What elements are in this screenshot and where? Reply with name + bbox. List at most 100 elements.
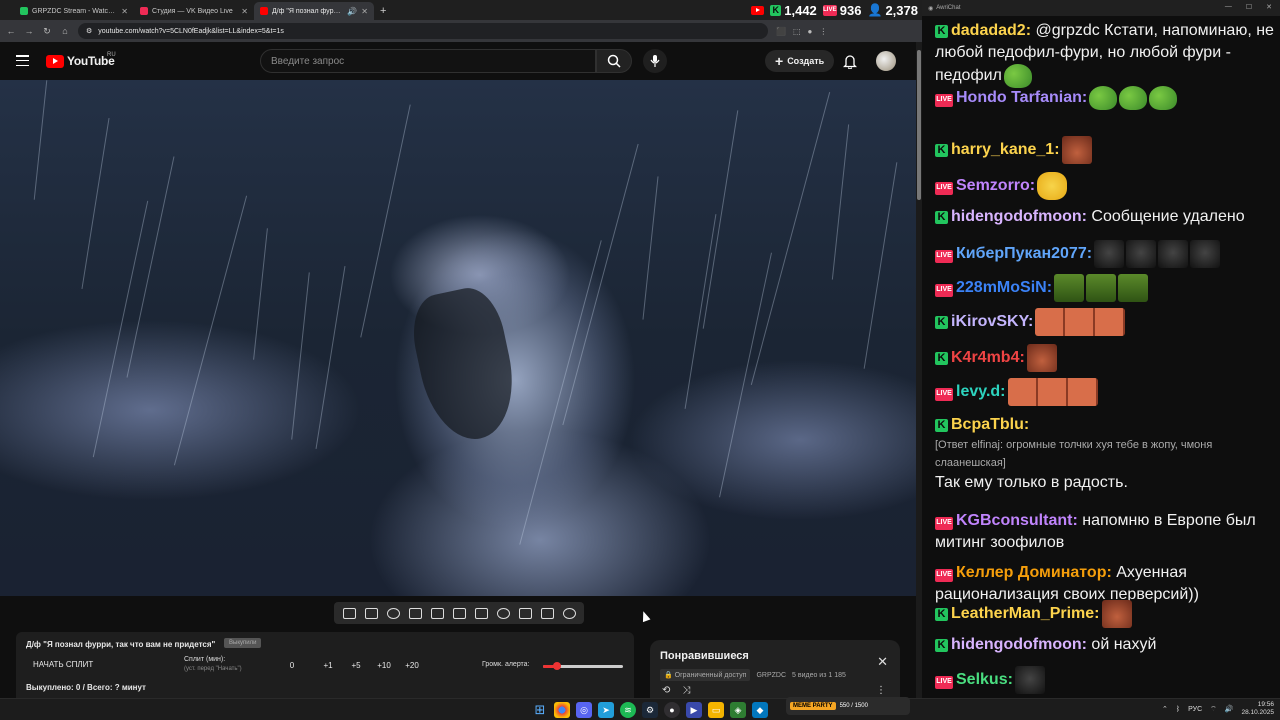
split-add-20-button[interactable]: +20: [398, 661, 426, 670]
chat-username[interactable]: Hondo Tarfanian:: [956, 89, 1087, 106]
folder-icon[interactable]: ▭: [708, 702, 724, 718]
app-icon[interactable]: ▶: [686, 702, 702, 718]
add-icon[interactable]: [518, 607, 532, 619]
chat-username[interactable]: harry_kane_1:: [951, 141, 1060, 158]
bell-icon[interactable]: [843, 54, 857, 69]
search-input[interactable]: Введите запрос: [260, 49, 596, 73]
split-add-5-button[interactable]: +5: [342, 661, 370, 670]
watch-later-icon[interactable]: [408, 607, 422, 619]
alert-volume-slider[interactable]: [543, 662, 623, 670]
loop-icon[interactable]: [342, 607, 356, 619]
close-icon[interactable]: ✕: [121, 7, 128, 16]
loop-icon[interactable]: ⟲: [662, 685, 670, 696]
tab-vk[interactable]: Студия — VK Видео Live ✕: [134, 2, 254, 20]
vk-live-icon: LIVE: [935, 516, 953, 530]
chat-username[interactable]: Келлер Доминатор:: [956, 564, 1112, 581]
close-icon[interactable]: ✕: [241, 7, 248, 16]
emote-cat: [1094, 240, 1125, 268]
shuffle-icon[interactable]: ⤨: [682, 685, 690, 696]
tab-kick[interactable]: GRPZDC Stream - Watch Live o ✕: [14, 2, 134, 20]
playlist-channel[interactable]: GRPZDC: [756, 672, 786, 679]
split-add-10-button[interactable]: +10: [370, 661, 398, 670]
site-info-icon[interactable]: ⚙: [86, 27, 92, 35]
puzzle-icon[interactable]: ⬚: [793, 27, 801, 36]
new-tab-button[interactable]: +: [380, 2, 386, 20]
steam-icon[interactable]: ⚙: [642, 702, 658, 718]
alert-volume-knob[interactable]: [553, 662, 562, 670]
youtube-favicon: [260, 7, 268, 15]
chat-username[interactable]: dadadad2:: [951, 22, 1031, 39]
chat-username[interactable]: hidengodofmoon:: [951, 208, 1087, 225]
telegram-icon[interactable]: ➤: [598, 702, 614, 718]
miniplayer-icon[interactable]: [452, 607, 466, 619]
chat-username[interactable]: hidengodofmoon:: [951, 636, 1087, 653]
chat-username[interactable]: Semzorro:: [956, 177, 1035, 194]
chat-username[interactable]: ВсраТblu:: [951, 416, 1029, 433]
reload-icon[interactable]: ↻: [42, 26, 52, 37]
minimize-icon[interactable]: —: [1225, 3, 1232, 11]
video-player[interactable]: [0, 80, 916, 596]
tab-youtube[interactable]: Д/ф "Я познал фурри, так 🔊 ✕: [254, 2, 374, 20]
chat-username[interactable]: Selkus:: [956, 671, 1013, 688]
sort-icon[interactable]: [364, 607, 378, 619]
chat-username[interactable]: iKirovSKY:: [951, 313, 1033, 330]
app-icon[interactable]: ◈: [730, 702, 746, 718]
split-value-button[interactable]: 0: [278, 661, 306, 670]
close-icon[interactable]: ✕: [361, 7, 368, 16]
clock[interactable]: 19:56 28.10.2025: [1241, 701, 1274, 717]
discord-icon[interactable]: ◎: [576, 702, 592, 718]
chrome-icon[interactable]: [554, 702, 570, 718]
menu-icon[interactable]: [16, 55, 29, 66]
youtube-logo[interactable]: YouTube RU: [46, 52, 116, 68]
chat-username[interactable]: 228mMoSiN:: [956, 279, 1052, 296]
url-field[interactable]: ⚙ youtube.com/watch?v=5CLN0fEadjk&list=L…: [78, 23, 768, 39]
forward-icon[interactable]: →: [24, 26, 34, 36]
scrollbar-thumb[interactable]: [917, 50, 921, 200]
app-icon[interactable]: ◆: [752, 702, 768, 718]
home-icon[interactable]: ⌂: [60, 26, 70, 36]
chat-username[interactable]: K4r4mb4:: [951, 349, 1025, 366]
profile-icon[interactable]: ●: [808, 27, 813, 36]
create-button[interactable]: + Создать: [765, 50, 835, 72]
gear-icon[interactable]: [562, 607, 576, 619]
theater-icon[interactable]: [474, 607, 488, 619]
volume-icon[interactable]: 🔊: [1225, 705, 1234, 713]
maximize-icon[interactable]: ☐: [1246, 3, 1252, 11]
chat-username[interactable]: LeatherMan_Prime:: [951, 605, 1100, 622]
mic-button[interactable]: [643, 49, 667, 73]
start-split-button[interactable]: НАЧАТЬ СПЛИТ: [33, 660, 93, 669]
split-minutes-label: Сплит (мин):: [184, 656, 226, 663]
split-add-1-button[interactable]: +1: [314, 661, 342, 670]
chat-username[interactable]: КиберПукан2077:: [956, 245, 1092, 262]
playlist-title[interactable]: Понравившиеся: [660, 650, 890, 662]
rain-streak: [684, 214, 717, 409]
language-indicator[interactable]: РУС: [1188, 706, 1202, 713]
search-button[interactable]: [596, 49, 632, 73]
chat-message: LIVE KGBconsultant: напомню в Европе был …: [935, 510, 1275, 554]
more-icon[interactable]: ⋮: [876, 685, 886, 696]
menu-dots-icon[interactable]: ⋮: [819, 27, 827, 36]
chat-reply-quote: [Ответ elfinaj: огромные толчки хуя тебе…: [935, 439, 1213, 469]
avatar[interactable]: [876, 51, 896, 71]
spotify-icon[interactable]: ≋: [620, 702, 636, 718]
broadcast-icon[interactable]: [386, 607, 400, 619]
back-icon[interactable]: ←: [6, 26, 16, 36]
obs-icon[interactable]: ●: [664, 702, 680, 718]
rain-streak: [315, 266, 346, 449]
film-icon[interactable]: [430, 607, 444, 619]
speaker-icon[interactable]: 🔊: [347, 7, 357, 16]
camera-icon[interactable]: [540, 607, 554, 619]
bluetooth-icon[interactable]: ᛒ: [1176, 706, 1180, 713]
chevron-up-icon[interactable]: ⌃: [1162, 705, 1168, 713]
rain-streak: [81, 117, 110, 290]
close-icon[interactable]: ✕: [1266, 3, 1272, 11]
network-icon[interactable]: ⌔: [1210, 705, 1217, 714]
chat-username[interactable]: KGBconsultant:: [956, 512, 1078, 529]
chat-username[interactable]: levy.d:: [956, 383, 1006, 400]
stream-viewer-stats: K 1,442 LIVE 936 👤 2,378: [751, 0, 918, 20]
meme-party-widget[interactable]: MEME PARTY 550 / 1500: [786, 697, 910, 715]
extension-icon[interactable]: ⬛: [776, 27, 786, 36]
speed-icon[interactable]: [496, 607, 510, 619]
windows-start-icon[interactable]: ⊞: [532, 702, 548, 718]
close-icon[interactable]: ✕: [877, 654, 888, 670]
